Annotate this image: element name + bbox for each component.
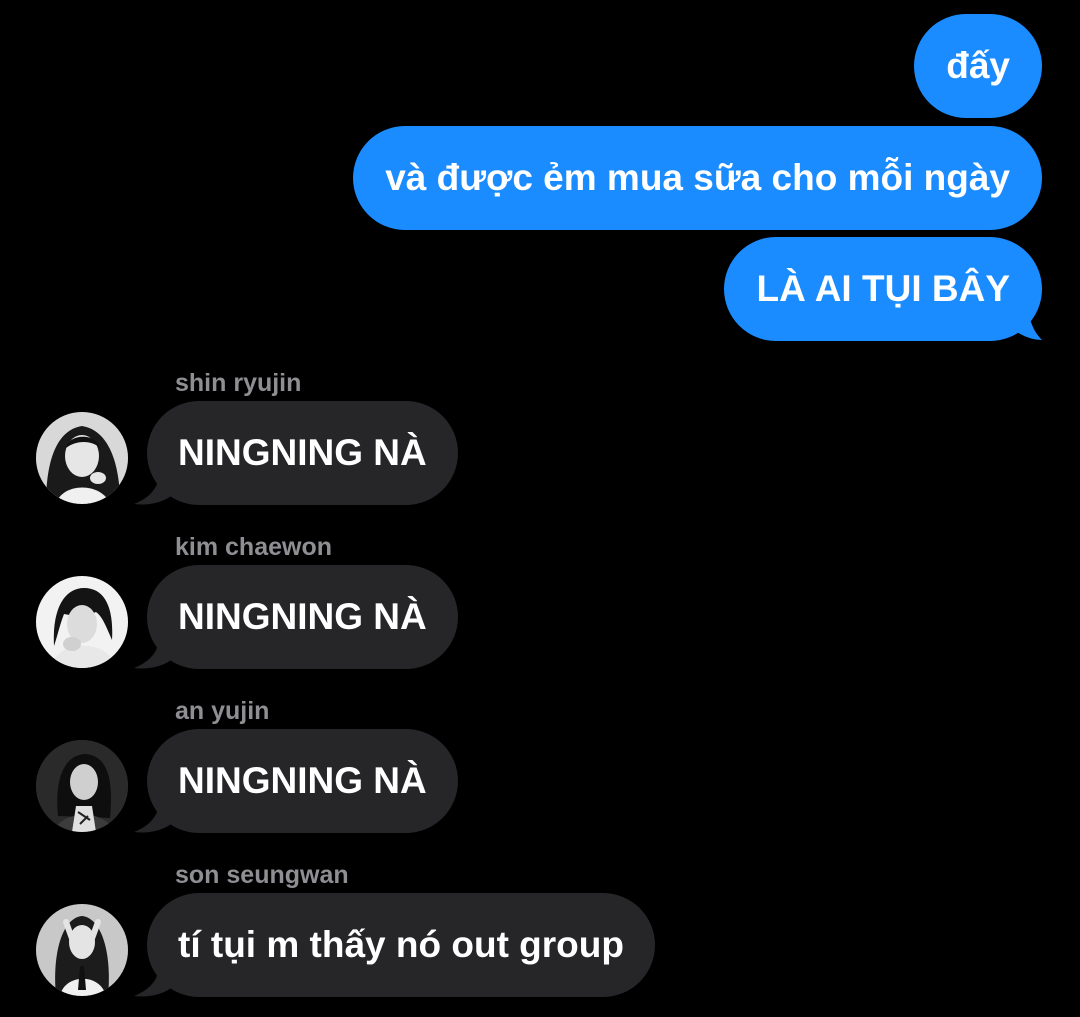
message-text: LÀ AI TỤI BÂY — [756, 268, 1010, 309]
outgoing-bubble-tail — [1014, 302, 1042, 340]
incoming-message-bubble[interactable]: NINGNING NÀ — [147, 401, 458, 505]
outgoing-message-bubble[interactable]: LÀ AI TỤI BÂY — [724, 237, 1042, 341]
sender-name: son seungwan — [175, 861, 349, 889]
sender-name: kim chaewon — [175, 533, 332, 561]
message-text: đấy — [946, 45, 1010, 86]
outgoing-message-bubble[interactable]: và được ẻm mua sữa cho mỗi ngày — [353, 126, 1042, 230]
incoming-message-bubble[interactable]: NINGNING NÀ — [147, 729, 458, 833]
incoming-message-bubble[interactable]: tí tụi m thấy nó out group — [147, 893, 655, 997]
outgoing-message-bubble[interactable]: đấy — [914, 14, 1042, 118]
avatar[interactable] — [36, 740, 128, 832]
message-text: NINGNING NÀ — [178, 760, 427, 801]
message-text: NINGNING NÀ — [178, 596, 427, 637]
message-text: NINGNING NÀ — [178, 432, 427, 473]
avatar[interactable] — [36, 576, 128, 668]
sender-name: shin ryujin — [175, 369, 302, 397]
avatar[interactable] — [36, 904, 128, 996]
incoming-message-bubble[interactable]: NINGNING NÀ — [147, 565, 458, 669]
avatar[interactable] — [36, 412, 128, 504]
message-text: tí tụi m thấy nó out group — [178, 924, 624, 965]
sender-name: an yujin — [175, 697, 270, 725]
message-text: và được ẻm mua sữa cho mỗi ngày — [385, 157, 1010, 198]
